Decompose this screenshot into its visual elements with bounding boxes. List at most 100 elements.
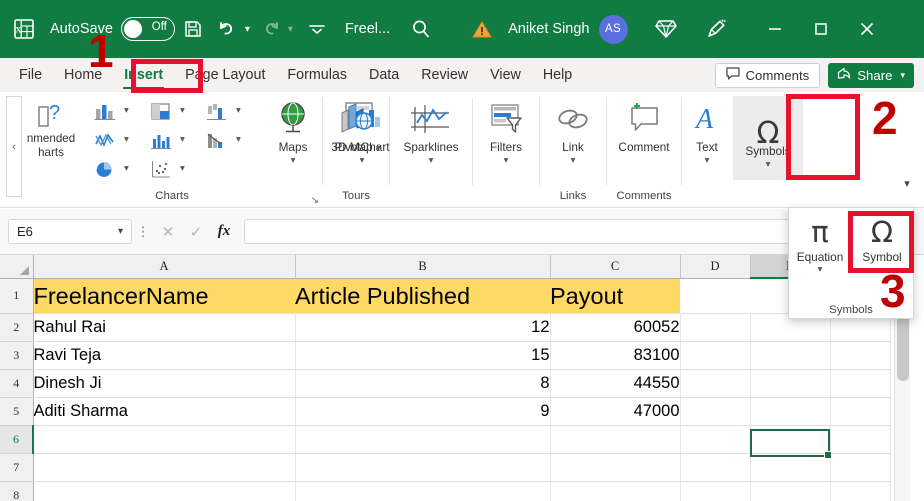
microsoft-365-diamond-icon[interactable] bbox=[640, 0, 692, 58]
cell-b3[interactable]: 15 bbox=[295, 341, 551, 370]
combo-chart-caret-icon[interactable]: ▾ bbox=[236, 134, 241, 145]
column-chart-caret-icon[interactable]: ▾ bbox=[124, 105, 129, 116]
column-chart-button[interactable]: ▾ bbox=[88, 96, 144, 125]
text-button[interactable]: A Text ▾ bbox=[683, 96, 731, 166]
cell-a3[interactable]: Ravi Teja bbox=[33, 341, 296, 370]
cell-e7[interactable] bbox=[750, 453, 831, 482]
tab-page-layout[interactable]: Page Layout bbox=[174, 58, 276, 92]
cell-d4[interactable] bbox=[680, 369, 751, 398]
waterfall-chart-button[interactable]: ▾ bbox=[200, 96, 256, 125]
cell-d5[interactable] bbox=[680, 397, 751, 426]
customize-quick-access-icon[interactable] bbox=[299, 0, 335, 58]
cell-a4[interactable]: Dinesh Ji bbox=[33, 369, 296, 398]
cell-b8[interactable] bbox=[295, 481, 551, 501]
cell-d3[interactable] bbox=[680, 341, 751, 370]
tab-formulas[interactable]: Formulas bbox=[276, 58, 358, 92]
cell-c2[interactable]: 60052 bbox=[550, 313, 681, 342]
cell-b7[interactable] bbox=[295, 453, 551, 482]
cell-f6[interactable] bbox=[830, 425, 891, 454]
cell-c5[interactable]: 47000 bbox=[550, 397, 681, 426]
sparklines-button[interactable]: Sparklines ▾ bbox=[391, 96, 471, 166]
cell-f3[interactable] bbox=[830, 341, 891, 370]
cell-e8[interactable] bbox=[750, 481, 831, 501]
maps-caret-icon[interactable]: ▾ bbox=[262, 155, 324, 166]
hierarchy-chart-caret-icon[interactable]: ▾ bbox=[180, 105, 185, 116]
ribbon-collapse-button[interactable]: ▾ bbox=[896, 92, 918, 208]
waterfall-chart-caret-icon[interactable]: ▾ bbox=[236, 105, 241, 116]
filters-button[interactable]: Filters ▾ bbox=[475, 96, 537, 166]
tab-help[interactable]: Help bbox=[532, 58, 583, 92]
undo-icon[interactable] bbox=[211, 0, 243, 58]
cell-e3[interactable] bbox=[750, 341, 831, 370]
symbol-button[interactable]: Ω Symbol bbox=[851, 214, 913, 265]
formula-bar-more-icon[interactable]: ⋮ bbox=[132, 224, 154, 240]
link-button[interactable]: Link ▾ bbox=[542, 96, 604, 166]
cell-a6[interactable] bbox=[33, 425, 296, 454]
line-chart-caret-icon[interactable]: ▾ bbox=[124, 134, 129, 145]
cell-a1[interactable]: FreelancerName bbox=[33, 278, 295, 314]
cell-c4[interactable]: 44550 bbox=[550, 369, 681, 398]
cancel-icon[interactable]: ✕ bbox=[154, 223, 182, 241]
cell-b4[interactable]: 8 bbox=[295, 369, 551, 398]
cell-e6[interactable] bbox=[750, 425, 831, 454]
column-header-c[interactable]: C bbox=[550, 255, 681, 279]
row-header-3[interactable]: 3 bbox=[0, 341, 34, 370]
cell-f7[interactable] bbox=[830, 453, 891, 482]
recommended-charts-button[interactable]: ? nmended harts bbox=[18, 96, 84, 160]
scatter-chart-button[interactable]: ▾ bbox=[144, 154, 200, 183]
tab-file[interactable]: File bbox=[8, 58, 53, 92]
cell-a2[interactable]: Rahul Rai bbox=[33, 313, 296, 342]
file-name-label[interactable]: Freel... bbox=[345, 21, 390, 37]
cell-e5[interactable] bbox=[750, 397, 831, 426]
bar-chart-caret-icon[interactable]: ▾ bbox=[180, 134, 185, 145]
worksheet-grid[interactable]: A B C D E 1 FreelancerName Article Publi… bbox=[0, 255, 924, 501]
charts-dialog-launcher[interactable]: ↘ bbox=[311, 195, 319, 206]
line-chart-button[interactable]: ▾ bbox=[88, 125, 144, 154]
text-caret-icon[interactable]: ▾ bbox=[683, 155, 731, 166]
row-header-6[interactable]: 6 bbox=[0, 425, 34, 454]
cell-a8[interactable] bbox=[33, 481, 296, 501]
cell-c8[interactable] bbox=[550, 481, 681, 501]
cell-d6[interactable] bbox=[680, 425, 751, 454]
cell-f4[interactable] bbox=[830, 369, 891, 398]
3d-map-caret-icon[interactable]: ▾ bbox=[376, 143, 381, 154]
pie-chart-caret-icon[interactable]: ▾ bbox=[124, 163, 129, 174]
column-header-a[interactable]: A bbox=[33, 255, 296, 279]
maps-button[interactable]: Maps ▾ bbox=[262, 96, 324, 166]
cell-e4[interactable] bbox=[750, 369, 831, 398]
avatar[interactable]: AS bbox=[598, 14, 628, 44]
name-box[interactable]: E6 ▾ bbox=[8, 219, 132, 244]
column-header-d[interactable]: D bbox=[680, 255, 751, 279]
bar-chart-button[interactable]: ▾ bbox=[144, 125, 200, 154]
cell-a5[interactable]: Aditi Sharma bbox=[33, 397, 296, 426]
cell-d2[interactable] bbox=[680, 313, 751, 342]
cell-d7[interactable] bbox=[680, 453, 751, 482]
cell-c1[interactable]: Payout bbox=[550, 278, 680, 314]
tab-view[interactable]: View bbox=[479, 58, 532, 92]
warning-icon[interactable] bbox=[462, 0, 502, 58]
name-box-caret-icon[interactable]: ▾ bbox=[118, 226, 123, 237]
row-header-1[interactable]: 1 bbox=[0, 278, 34, 314]
cell-f8[interactable] bbox=[830, 481, 891, 501]
cell-c6[interactable] bbox=[550, 425, 681, 454]
cell-c7[interactable] bbox=[550, 453, 681, 482]
row-header-8[interactable]: 8 bbox=[0, 481, 34, 501]
pen-icon[interactable] bbox=[692, 0, 740, 58]
row-header-4[interactable]: 4 bbox=[0, 369, 34, 398]
cell-f5[interactable] bbox=[830, 397, 891, 426]
minimize-icon[interactable] bbox=[752, 0, 798, 58]
filters-caret-icon[interactable]: ▾ bbox=[475, 155, 537, 166]
cell-d1[interactable] bbox=[680, 278, 750, 314]
row-header-5[interactable]: 5 bbox=[0, 397, 34, 426]
symbols-caret-icon[interactable]: ▾ bbox=[733, 159, 803, 170]
scatter-chart-caret-icon[interactable]: ▾ bbox=[180, 163, 185, 174]
sparklines-caret-icon[interactable]: ▾ bbox=[391, 155, 471, 166]
cell-a7[interactable] bbox=[33, 453, 296, 482]
hierarchy-chart-button[interactable]: ▾ bbox=[144, 96, 200, 125]
share-caret-icon[interactable]: ▾ bbox=[900, 70, 905, 81]
link-caret-icon[interactable]: ▾ bbox=[542, 155, 604, 166]
cell-b2[interactable]: 12 bbox=[295, 313, 551, 342]
save-icon[interactable] bbox=[175, 0, 211, 58]
column-header-b[interactable]: B bbox=[295, 255, 551, 279]
cell-b1[interactable]: Article Published bbox=[295, 278, 550, 314]
